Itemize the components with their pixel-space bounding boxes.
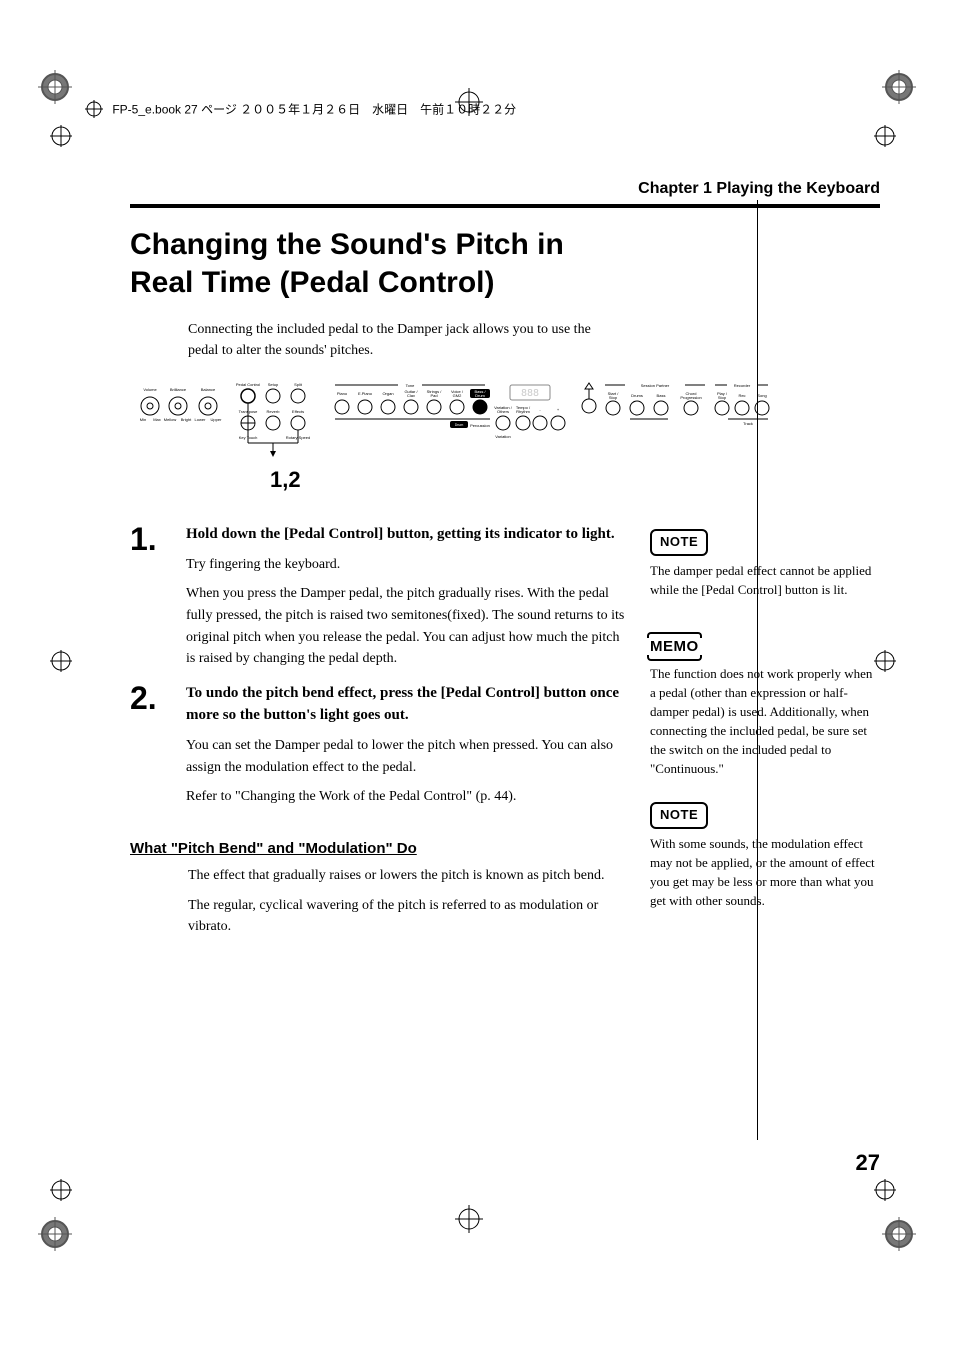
sidebar-note-text: With some sounds, the modulation effect … [650, 835, 880, 910]
svg-text:Variation: Variation [495, 434, 511, 439]
svg-text:Drum: Drum [455, 423, 464, 427]
memo-badge: MEMO [650, 636, 699, 658]
svg-text:-: - [539, 407, 541, 412]
svg-text:Split: Split [294, 382, 303, 387]
svg-text:Min: Min [140, 417, 146, 422]
svg-text:GM2: GM2 [453, 393, 462, 398]
subsection-paragraph: The regular, cyclical wavering of the pi… [188, 895, 630, 938]
svg-text:Clav: Clav [407, 393, 415, 398]
step-number: 1. [130, 523, 186, 678]
divider [130, 204, 880, 208]
svg-text:Lower: Lower [195, 417, 207, 422]
svg-text:Progression: Progression [680, 395, 701, 400]
crop-mark-icon [455, 1205, 483, 1233]
registration-ring-icon [38, 70, 72, 104]
note-badge: NOTE [650, 529, 708, 556]
step-1: 1. Hold down the [Pedal Control] button,… [130, 523, 630, 678]
column-separator [757, 200, 758, 1140]
svg-text:Brilliance: Brilliance [170, 387, 187, 392]
step-paragraph: When you press the Damper pedal, the pit… [186, 583, 630, 670]
step-paragraph: Refer to "Changing the Work of the Pedal… [186, 786, 630, 808]
header-file-text: FP-5_e.book 27 ページ ２００５年１月２６日 水曜日 午前１０時２… [112, 103, 516, 117]
svg-text:Stop: Stop [609, 395, 618, 400]
sidebar-memo-text: The function does not work properly when… [650, 665, 880, 778]
svg-text:Effects: Effects [292, 409, 304, 414]
chapter-heading: Chapter 1 Playing the Keyboard [130, 180, 880, 198]
step-heading: Hold down the [Pedal Control] button, ge… [186, 523, 630, 546]
svg-text:Song: Song [757, 393, 766, 398]
crop-mark-icon [874, 1179, 896, 1201]
page-title: Changing the Sound's Pitch in Real Time … [130, 226, 610, 301]
svg-text:Pad: Pad [430, 393, 437, 398]
crop-mark-icon [50, 125, 72, 147]
registration-ring-icon [38, 1217, 72, 1251]
subsection-heading: What "Pitch Bend" and "Modulation" Do [130, 840, 630, 857]
page-number: 27 [0, 1150, 880, 1176]
note-badge: NOTE [650, 802, 708, 829]
crop-mark-icon [50, 650, 72, 672]
registration-ring-icon [882, 70, 916, 104]
step-2: 2. To undo the pitch bend effect, press … [130, 682, 630, 816]
svg-text:Max: Max [153, 417, 161, 422]
svg-text:Session Partner: Session Partner [641, 383, 670, 388]
svg-text:Rec: Rec [738, 393, 745, 398]
svg-text:Drums: Drums [631, 393, 643, 398]
svg-text:Rhythm: Rhythm [516, 409, 530, 414]
crop-mark-icon [874, 125, 896, 147]
intro-text: Connecting the included pedal to the Dam… [188, 319, 618, 361]
svg-text:Organ: Organ [382, 391, 393, 396]
svg-text:Upper: Upper [211, 417, 223, 422]
svg-text:Reverb: Reverb [267, 409, 281, 414]
svg-text:Balance: Balance [201, 387, 216, 392]
svg-text:Drum: Drum [475, 393, 485, 398]
registration-ring-icon [882, 1217, 916, 1251]
svg-text:Bass: Bass [657, 393, 666, 398]
svg-text:Volume: Volume [143, 387, 157, 392]
svg-text:Mellow: Mellow [164, 417, 177, 422]
step-number: 2. [130, 682, 186, 816]
diagram-caption: 1,2 [270, 467, 880, 493]
step-paragraph: You can set the Damper pedal to lower th… [186, 735, 630, 778]
svg-text:Stop: Stop [718, 395, 727, 400]
sidebar-note-text: The damper pedal effect cannot be applie… [650, 562, 880, 600]
svg-text:Bright: Bright [181, 417, 192, 422]
subsection-paragraph: The effect that gradually raises or lowe… [188, 865, 630, 887]
step-paragraph: Try fingering the keyboard. [186, 554, 630, 576]
svg-text:+: + [557, 407, 560, 412]
svg-text:Setup: Setup [268, 382, 279, 387]
target-icon [85, 100, 103, 121]
svg-text:Percussion: Percussion [470, 423, 490, 428]
svg-text:Track: Track [743, 421, 753, 426]
svg-text:Others: Others [497, 409, 509, 414]
svg-text:E.Piano: E.Piano [358, 391, 373, 396]
svg-text:Piano: Piano [337, 391, 348, 396]
step-heading: To undo the pitch bend effect, press the… [186, 682, 630, 727]
svg-text:888: 888 [521, 388, 539, 399]
framemaker-header: FP-5_e.book 27 ページ ２００５年１月２６日 水曜日 午前１０時２… [85, 100, 516, 121]
control-panel-diagram: Volume Min Max Brilliance Mellow Bright Ba… [130, 381, 770, 461]
crop-mark-icon [50, 1179, 72, 1201]
svg-text:Recorder: Recorder [734, 383, 751, 388]
svg-text:Tone: Tone [406, 383, 415, 388]
svg-text:Pedal Control: Pedal Control [236, 382, 260, 387]
